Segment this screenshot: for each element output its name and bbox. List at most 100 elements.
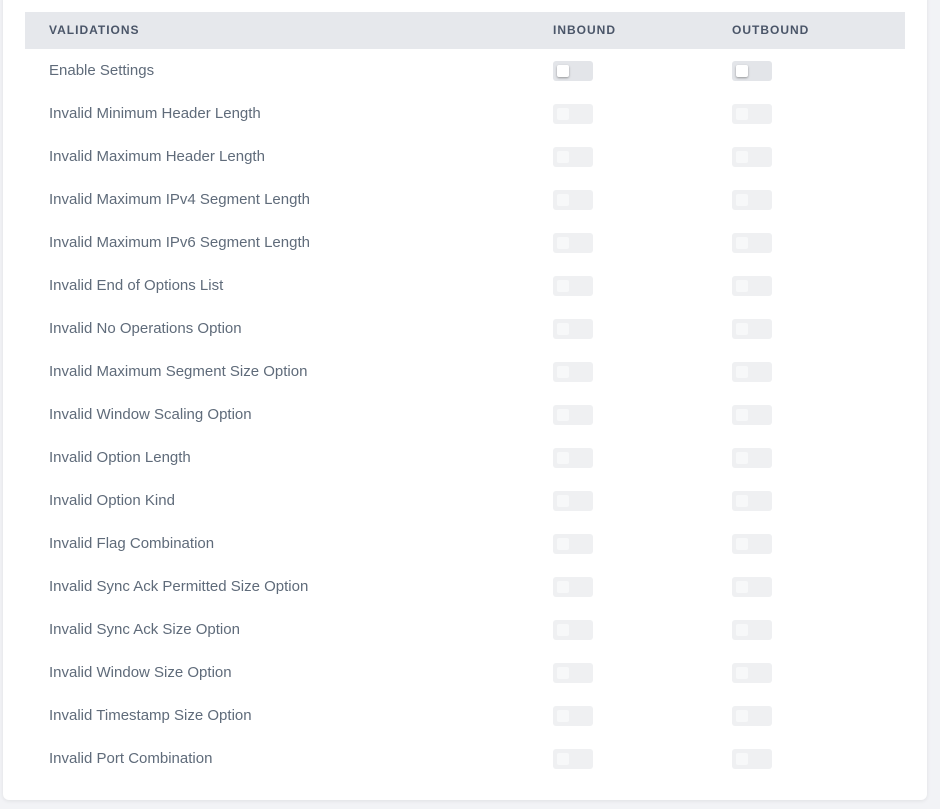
outbound-toggle[interactable] — [732, 491, 772, 511]
toggle-knob — [736, 280, 748, 292]
toggle-knob — [557, 65, 569, 77]
validation-label: Invalid Maximum Segment Size Option — [49, 363, 308, 380]
toggle-knob — [736, 323, 748, 335]
inbound-toggle[interactable] — [553, 620, 593, 640]
inbound-toggle[interactable] — [553, 405, 593, 425]
toggle-knob — [557, 452, 569, 464]
inbound-toggle[interactable] — [553, 147, 593, 167]
inbound-toggle[interactable] — [553, 276, 593, 296]
outbound-toggle[interactable] — [732, 448, 772, 468]
inbound-toggle[interactable] — [553, 577, 593, 597]
outbound-toggle[interactable] — [732, 233, 772, 253]
toggle-knob — [557, 323, 569, 335]
toggle-knob — [736, 409, 748, 421]
validation-label: Invalid Option Kind — [49, 492, 175, 509]
table-row: Invalid Maximum Segment Size Option — [25, 350, 905, 393]
inbound-toggle[interactable] — [553, 749, 593, 769]
outbound-toggle[interactable] — [732, 104, 772, 124]
outbound-toggle[interactable] — [732, 663, 772, 683]
inbound-toggle[interactable] — [553, 362, 593, 382]
validation-label: Invalid Flag Combination — [49, 535, 215, 552]
validation-label: Invalid No Operations Option — [49, 320, 242, 337]
outbound-toggle[interactable] — [732, 276, 772, 296]
validations-table: VALIDATIONS INBOUND OUTBOUND Enable Sett… — [25, 12, 905, 780]
toggle-knob — [557, 280, 569, 292]
outbound-toggle[interactable] — [732, 577, 772, 597]
header-inbound: INBOUND — [553, 23, 616, 37]
inbound-toggle[interactable] — [553, 190, 593, 210]
table-row: Invalid Sync Ack Permitted Size Option — [25, 565, 905, 608]
table-row: Invalid Flag Combination — [25, 522, 905, 565]
table-row: Invalid Window Scaling Option — [25, 393, 905, 436]
toggle-knob — [736, 151, 748, 163]
inbound-toggle[interactable] — [553, 491, 593, 511]
inbound-toggle[interactable] — [553, 706, 593, 726]
toggle-knob — [557, 538, 569, 550]
validation-label: Enable Settings — [49, 62, 155, 79]
outbound-toggle[interactable] — [732, 620, 772, 640]
toggle-knob — [557, 151, 569, 163]
toggle-knob — [557, 710, 569, 722]
toggle-knob — [557, 366, 569, 378]
outbound-toggle[interactable] — [732, 534, 772, 554]
outbound-toggle[interactable] — [732, 61, 772, 81]
header-validations: VALIDATIONS — [49, 23, 140, 37]
inbound-toggle[interactable] — [553, 104, 593, 124]
toggle-knob — [736, 194, 748, 206]
inbound-toggle[interactable] — [553, 233, 593, 253]
validation-label: Invalid Window Scaling Option — [49, 406, 252, 423]
table-row: Enable Settings — [25, 49, 905, 92]
validation-label: Invalid Sync Ack Size Option — [49, 621, 240, 638]
validation-label: Invalid Maximum IPv6 Segment Length — [49, 234, 310, 251]
outbound-toggle[interactable] — [732, 319, 772, 339]
validation-label: Invalid End of Options List — [49, 277, 224, 294]
validation-label: Invalid Window Size Option — [49, 664, 232, 681]
validation-label: Invalid Minimum Header Length — [49, 105, 261, 122]
toggle-knob — [557, 624, 569, 636]
toggle-knob — [736, 366, 748, 378]
table-row: Invalid Timestamp Size Option — [25, 694, 905, 737]
table-row: Invalid Maximum IPv6 Segment Length — [25, 221, 905, 264]
outbound-toggle[interactable] — [732, 405, 772, 425]
table-header: VALIDATIONS INBOUND OUTBOUND — [25, 12, 905, 49]
toggle-knob — [557, 194, 569, 206]
table-row: Invalid Port Combination — [25, 737, 905, 780]
toggle-knob — [736, 237, 748, 249]
toggle-knob — [736, 581, 748, 593]
toggle-knob — [736, 65, 748, 77]
outbound-toggle[interactable] — [732, 362, 772, 382]
toggle-knob — [557, 753, 569, 765]
outbound-toggle[interactable] — [732, 190, 772, 210]
inbound-toggle[interactable] — [553, 319, 593, 339]
inbound-toggle[interactable] — [553, 663, 593, 683]
outbound-toggle[interactable] — [732, 749, 772, 769]
outbound-toggle[interactable] — [732, 706, 772, 726]
inbound-toggle[interactable] — [553, 61, 593, 81]
table-row: Invalid Window Size Option — [25, 651, 905, 694]
toggle-knob — [557, 581, 569, 593]
table-body: Enable Settings Invalid Minimum Header Le… — [25, 49, 905, 780]
toggle-knob — [736, 753, 748, 765]
toggle-knob — [736, 667, 748, 679]
toggle-knob — [736, 495, 748, 507]
validation-label: Invalid Sync Ack Permitted Size Option — [49, 578, 309, 595]
outbound-toggle[interactable] — [732, 147, 772, 167]
table-row: Invalid Option Kind — [25, 479, 905, 522]
toggle-knob — [736, 624, 748, 636]
toggle-knob — [557, 495, 569, 507]
inbound-toggle[interactable] — [553, 448, 593, 468]
table-row: Invalid Sync Ack Size Option — [25, 608, 905, 651]
header-outbound: OUTBOUND — [732, 23, 810, 37]
toggle-knob — [736, 538, 748, 550]
table-row: Invalid End of Options List — [25, 264, 905, 307]
table-row: Invalid Minimum Header Length — [25, 92, 905, 135]
validation-label: Invalid Port Combination — [49, 750, 213, 767]
table-row: Invalid No Operations Option — [25, 307, 905, 350]
validation-label: Invalid Maximum Header Length — [49, 148, 265, 165]
toggle-knob — [557, 108, 569, 120]
toggle-knob — [557, 667, 569, 679]
table-row: Invalid Maximum Header Length — [25, 135, 905, 178]
toggle-knob — [557, 409, 569, 421]
inbound-toggle[interactable] — [553, 534, 593, 554]
toggle-knob — [736, 108, 748, 120]
